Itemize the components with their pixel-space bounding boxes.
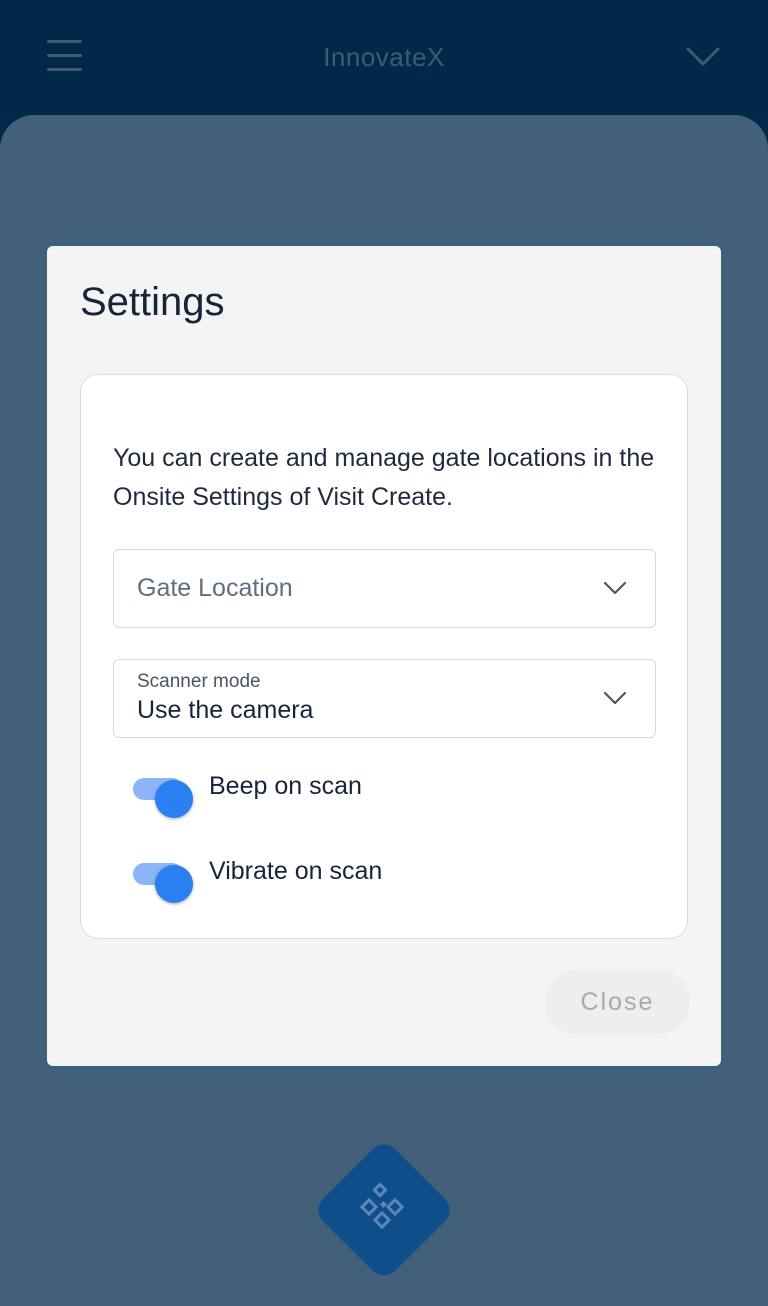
- beep-on-scan-toggle[interactable]: [133, 778, 193, 818]
- info-text: You can create and manage gate locations…: [113, 444, 655, 511]
- toggle-thumb: [155, 865, 193, 903]
- gate-location-placeholder: Gate Location: [137, 574, 293, 602]
- toggle-thumb: [155, 780, 193, 818]
- close-button[interactable]: Close: [545, 970, 690, 1034]
- beep-on-scan-row: Beep on scan: [133, 768, 633, 818]
- vibrate-on-scan-toggle[interactable]: [133, 863, 193, 903]
- app-screen: InnovateX Settings You can create and ma…: [0, 0, 768, 1306]
- chevron-down-icon[interactable]: [686, 46, 720, 68]
- vibrate-on-scan-row: Vibrate on scan: [133, 853, 633, 903]
- app-header: InnovateX: [0, 0, 768, 116]
- qr-scan-icon: [359, 1182, 405, 1230]
- dialog-title: Settings: [80, 280, 225, 324]
- scanner-mode-value: Use the camera: [137, 696, 314, 724]
- chevron-down-icon: [603, 581, 627, 595]
- settings-dialog: Settings You can create and manage gate …: [47, 246, 721, 1066]
- app-title: InnovateX: [323, 42, 445, 72]
- vibrate-on-scan-label: Vibrate on scan: [209, 857, 383, 885]
- chevron-down-icon: [603, 691, 627, 705]
- scanner-mode-label: Scanner mode: [137, 671, 261, 692]
- gate-location-select[interactable]: Gate Location: [113, 549, 656, 628]
- scanner-mode-select[interactable]: Scanner mode Use the camera: [113, 659, 656, 738]
- settings-card: You can create and manage gate locations…: [80, 374, 688, 939]
- beep-on-scan-label: Beep on scan: [209, 772, 362, 800]
